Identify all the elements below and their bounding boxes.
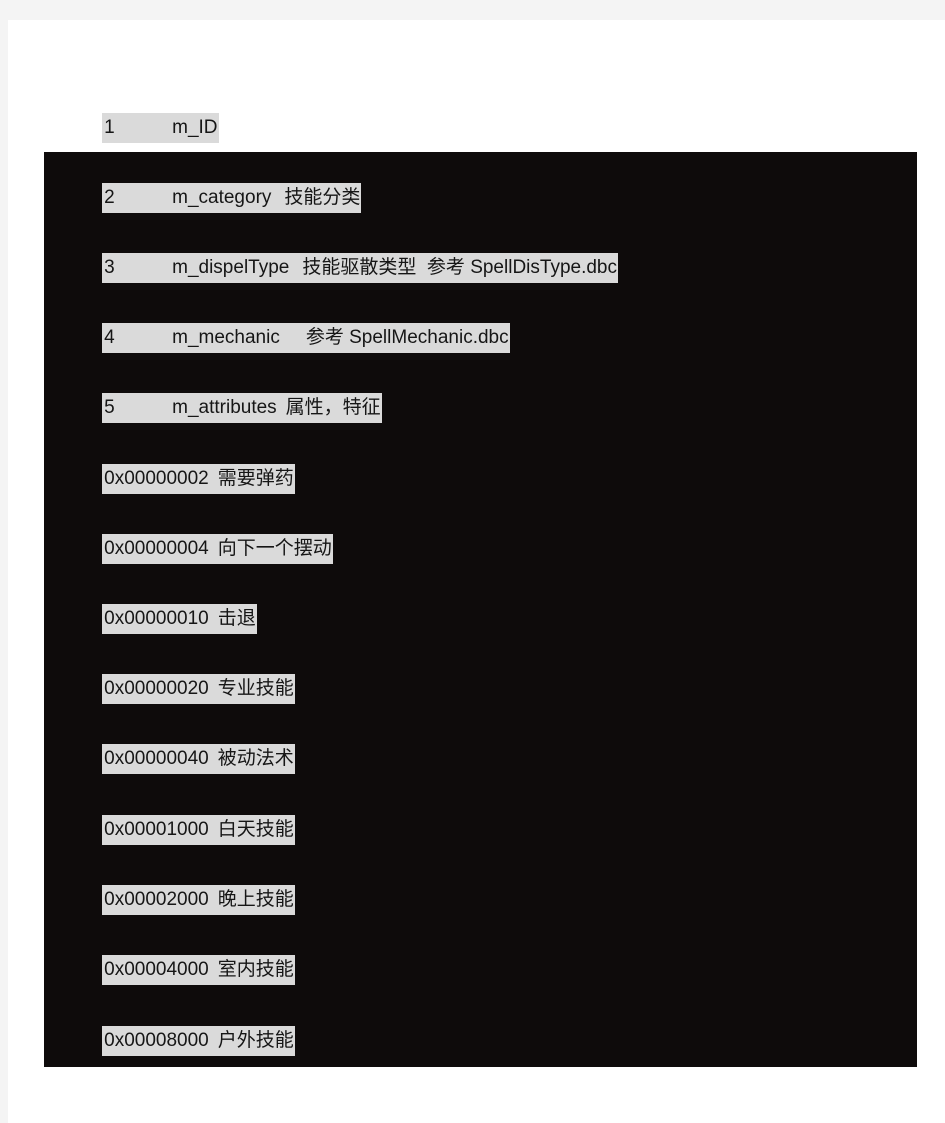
flag-line-highlight: 0x00008000 户外技能	[102, 1026, 295, 1056]
flag-value: 0x00000004	[104, 538, 209, 559]
field-line-highlight: 5 m_attributes 属性，特征	[102, 393, 382, 423]
flag-comment: 击退	[217, 608, 256, 629]
flag-line-highlight: 0x00001000 白天技能	[102, 815, 295, 845]
field-line-m-dispeltype: 3 m_dispelType 技能驱散类型 参考 SpellDisType.dbc	[81, 223, 618, 283]
flag-comment: 室内技能	[217, 959, 294, 980]
field-line-m-mechanic: 4 m_mechanic 参考 SpellMechanic.dbc	[81, 293, 510, 353]
field-index: 1	[104, 117, 115, 138]
field-comment: 技能分类	[284, 187, 361, 208]
flag-comment: 被动法术	[217, 748, 294, 769]
flag-line-highlight: 0x00002000 晚上技能	[102, 885, 295, 915]
flag-line-highlight: 0x00000020 专业技能	[102, 674, 295, 704]
field-line-m-attributes: 5 m_attributes 属性，特征	[81, 363, 382, 423]
flag-line-0x00000004: 0x00000004 向下一个摆动	[81, 504, 333, 564]
flag-line-highlight: 0x00000004 向下一个摆动	[102, 534, 333, 564]
field-line-m-id: 1 m_ID	[81, 83, 219, 143]
flag-value: 0x00000020	[104, 678, 209, 699]
document-page-sheet: 1 m_ID 2 m_category 技能分类 3 m_dispelType 技能驱散类…	[8, 20, 945, 1123]
field-line-highlight: 4 m_mechanic 参考 SpellMechanic.dbc	[102, 323, 510, 353]
field-line-highlight: 3 m_dispelType 技能驱散类型 参考 SpellDisType.dbc	[102, 253, 618, 283]
flag-line-highlight: 0x00004000 室内技能	[102, 955, 295, 985]
flag-value: 0x00008000	[104, 1030, 209, 1051]
flag-value: 0x00000002	[104, 468, 209, 489]
field-name: m_mechanic	[172, 327, 280, 348]
flag-line-0x00000040: 0x00000040 被动法术	[81, 714, 295, 774]
field-index: 3	[104, 257, 115, 278]
flag-comment: 户外技能	[217, 1030, 294, 1051]
field-comment: 技能驱散类型 参考 SpellDisType.dbc	[302, 257, 617, 278]
flag-value: 0x00000040	[104, 748, 209, 769]
field-name: m_attributes	[172, 397, 277, 418]
flag-comment: 白天技能	[217, 819, 294, 840]
flag-line-0x00008000: 0x00008000 户外技能	[81, 996, 295, 1056]
flag-comment: 晚上技能	[217, 889, 294, 910]
flag-comment: 需要弹药	[217, 468, 294, 489]
flag-comment: 向下一个摆动	[217, 538, 332, 559]
field-index: 5	[104, 397, 115, 418]
flag-line-0x00004000: 0x00004000 室内技能	[81, 925, 295, 985]
field-name: m_category	[172, 187, 272, 208]
flag-line-0x00001000: 0x00001000 白天技能	[81, 785, 295, 845]
flag-value: 0x00004000	[104, 959, 209, 980]
flag-value: 0x00000010	[104, 608, 209, 629]
field-comment: 属性，特征	[285, 397, 381, 418]
flag-line-highlight: 0x00000010 击退	[102, 604, 257, 634]
flag-line-0x00000020: 0x00000020 专业技能	[81, 644, 295, 704]
field-name: m_dispelType	[172, 257, 290, 278]
flag-line-0x00000010: 0x00000010 击退	[81, 574, 257, 634]
flag-line-highlight: 0x00000002 需要弹药	[102, 464, 295, 494]
flag-line-highlight: 0x00000040 被动法术	[102, 744, 295, 774]
flag-value: 0x00001000	[104, 819, 209, 840]
field-line-m-category: 2 m_category 技能分类	[81, 153, 362, 213]
flag-line-0x00002000: 0x00002000 晚上技能	[81, 855, 295, 915]
field-line-highlight: 1 m_ID	[102, 113, 219, 143]
field-line-highlight: 2 m_category 技能分类	[102, 183, 362, 213]
field-name: m_ID	[172, 117, 218, 138]
field-comment: 参考 SpellMechanic.dbc	[305, 327, 509, 348]
flag-comment: 专业技能	[217, 678, 294, 699]
flag-line-0x00000002: 0x00000002 需要弹药	[81, 434, 295, 494]
flag-value: 0x00002000	[104, 889, 209, 910]
field-index: 2	[104, 187, 115, 208]
field-index: 4	[104, 327, 115, 348]
